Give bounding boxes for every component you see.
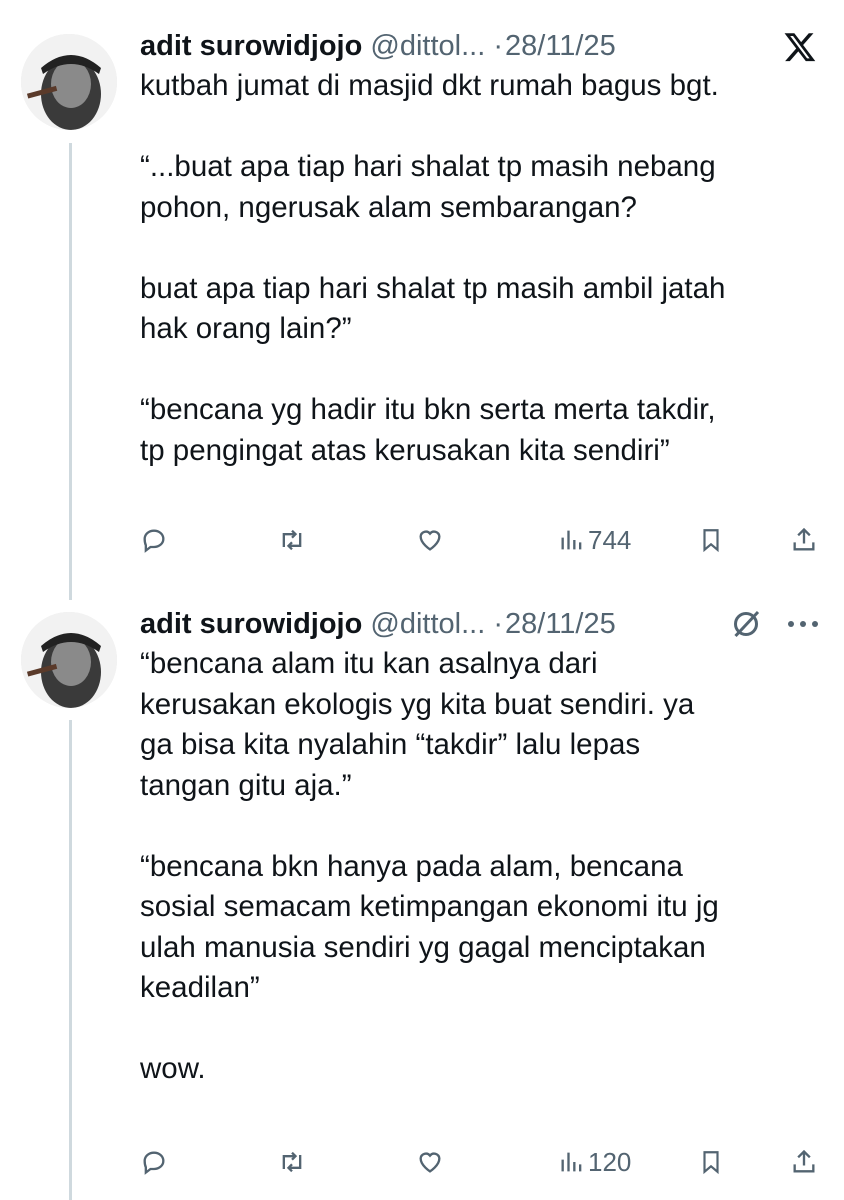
- separator-dot: ·: [493, 30, 504, 62]
- author-handle[interactable]: @dittol...: [370, 30, 485, 62]
- author-name[interactable]: adit surowidjojo: [140, 30, 362, 62]
- views-count: 120: [588, 1146, 632, 1177]
- bookmark-icon: [703, 529, 719, 553]
- tweet-date[interactable]: 28/11/25: [505, 30, 616, 62]
- tweet-text: kutbah jumat di masjid dkt rumah bagus b…: [140, 69, 726, 467]
- x-logo-icon: [782, 30, 818, 64]
- author-name[interactable]: adit surowidjojo: [140, 608, 362, 640]
- views-icon: [561, 530, 582, 550]
- more-options-icon[interactable]: [782, 606, 824, 642]
- tweet-2[interactable]: adit surowidjojo @dittol... ·28/11/25 “b…: [0, 600, 844, 1200]
- like-button[interactable]: [416, 520, 444, 560]
- views-count: 744: [588, 524, 632, 555]
- repost-button[interactable]: [277, 1142, 307, 1182]
- bookmark-icon: [703, 1151, 719, 1175]
- share-icon: [793, 1149, 815, 1173]
- tweet-actions: 120: [140, 1142, 824, 1182]
- avatar[interactable]: [21, 34, 117, 130]
- heart-icon: [419, 1152, 441, 1173]
- grok-icon[interactable]: [728, 606, 764, 642]
- repost-button[interactable]: [277, 520, 307, 560]
- share-button[interactable]: [790, 1142, 818, 1182]
- share-icon: [793, 527, 815, 551]
- tweet-1[interactable]: adit surowidjojo @dittol... ·28/11/25 ku…: [0, 0, 844, 600]
- like-button[interactable]: [416, 1142, 444, 1182]
- reply-icon: [143, 1151, 165, 1175]
- reply-button[interactable]: [140, 1142, 168, 1182]
- tweet-text: “bencana alam itu kan asalnya dari kerus…: [140, 647, 719, 1085]
- tweet-header: adit surowidjojo @dittol... ·28/11/25: [140, 26, 824, 66]
- bookmark-button[interactable]: [698, 520, 724, 560]
- share-button[interactable]: [790, 520, 818, 560]
- author-handle[interactable]: @dittol...: [370, 608, 485, 640]
- views-button[interactable]: 120: [558, 1142, 631, 1182]
- separator-dot: ·: [493, 608, 504, 640]
- repost-icon: [282, 529, 302, 551]
- avatar[interactable]: [21, 612, 117, 708]
- repost-icon: [282, 1151, 302, 1173]
- tweet-actions: 744: [140, 520, 824, 560]
- views-icon: [561, 1152, 582, 1172]
- views-button[interactable]: 744: [558, 520, 631, 560]
- bookmark-button[interactable]: [698, 1142, 724, 1182]
- tweet-header: adit surowidjojo @dittol... ·28/11/25: [140, 604, 824, 644]
- tweet-date[interactable]: 28/11/25: [505, 608, 616, 640]
- reply-icon: [143, 529, 165, 553]
- reply-button[interactable]: [140, 520, 168, 560]
- heart-icon: [419, 530, 441, 551]
